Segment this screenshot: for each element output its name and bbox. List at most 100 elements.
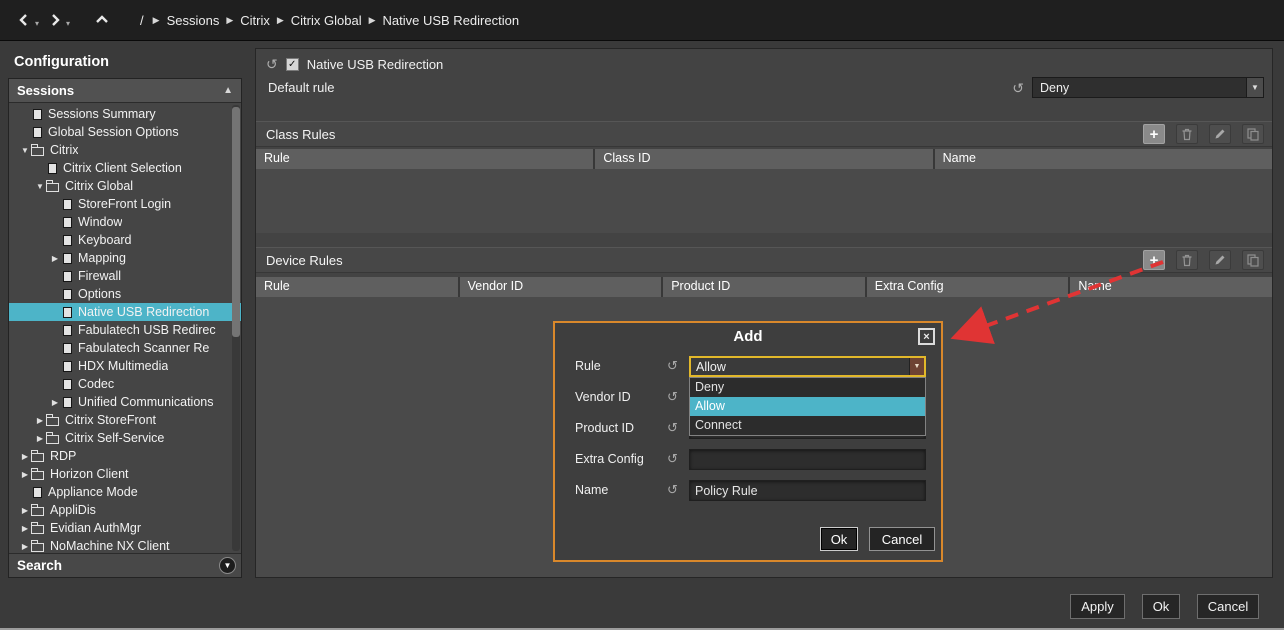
navigation-bar: ▾ ▾ / ▶ Sessions ▶ Citrix <box>0 0 1284 41</box>
expand-arrow-icon[interactable] <box>34 416 46 425</box>
chevron-down-icon[interactable]: ▼ <box>909 358 924 375</box>
device-rules-edit-button[interactable] <box>1209 250 1231 270</box>
tree-item-icon <box>33 109 42 120</box>
expand-arrow-icon[interactable] <box>19 146 31 155</box>
tree-item[interactable]: Evidian AuthMgr <box>9 519 241 537</box>
search-bar[interactable]: Search ▼ <box>9 553 241 577</box>
revert-icon[interactable]: ↺ <box>266 57 278 71</box>
extra-config-field-label: Extra Config <box>575 452 644 466</box>
expand-arrow-icon[interactable] <box>49 398 61 407</box>
tree-item-label: Citrix <box>50 143 78 157</box>
breadcrumb-item[interactable]: Native USB Redirection <box>383 13 520 28</box>
expand-arrow-icon[interactable] <box>49 254 61 263</box>
tree-item[interactable]: StoreFront Login <box>9 195 241 213</box>
tree-item[interactable]: RDP <box>9 447 241 465</box>
revert-icon[interactable]: ↺ <box>667 451 678 467</box>
tree-item[interactable]: Options <box>9 285 241 303</box>
tree-item[interactable]: Citrix Client Selection <box>9 159 241 177</box>
apply-button[interactable]: Apply <box>1070 594 1125 619</box>
device-rules-add-button[interactable]: + <box>1143 250 1165 270</box>
tree-item[interactable]: Citrix Global <box>9 177 241 195</box>
class-rules-edit-button[interactable] <box>1209 124 1231 144</box>
dropdown-option[interactable]: Allow <box>690 397 925 416</box>
breadcrumb-items: ▶ Sessions ▶ Citrix ▶ Citrix Global <box>146 13 519 28</box>
revert-icon[interactable]: ↺ <box>667 482 678 498</box>
tree-item[interactable]: Appliance Mode <box>9 483 241 501</box>
revert-icon[interactable]: ↺ <box>667 420 678 436</box>
device-rules-delete-button[interactable] <box>1176 250 1198 270</box>
ok-button[interactable]: Ok <box>1142 594 1180 619</box>
tree-item-label: Citrix Self-Service <box>65 431 164 445</box>
tree-item-icon <box>31 453 44 462</box>
tree-item[interactable]: Codec <box>9 375 241 393</box>
tree-item[interactable]: Fabulatech USB Redirec <box>9 321 241 339</box>
back-button[interactable] <box>14 10 34 30</box>
class-rules-table-body[interactable] <box>256 169 1272 233</box>
tree-item[interactable]: Native USB Redirection <box>9 303 241 321</box>
class-rules-add-button[interactable]: + <box>1143 124 1165 144</box>
tree-item[interactable]: Unified Communications <box>9 393 241 411</box>
back-history-icon[interactable]: ▾ <box>35 19 39 28</box>
cancel-button[interactable]: Cancel <box>1197 594 1259 619</box>
tree-item[interactable]: Window <box>9 213 241 231</box>
up-button[interactable] <box>92 10 112 30</box>
device-rules-copy-button[interactable] <box>1242 250 1264 270</box>
forward-button[interactable] <box>45 10 65 30</box>
config-tree-container: Sessions Summary Global Session Options <box>9 103 241 553</box>
expand-arrow-icon[interactable] <box>19 506 31 515</box>
class-rules-delete-button[interactable] <box>1176 124 1198 144</box>
rule-select[interactable]: Allow ▼ <box>689 356 926 377</box>
sessions-section-header[interactable]: Sessions ▲ <box>9 79 241 103</box>
tree-item[interactable]: Mapping <box>9 249 241 267</box>
name-input[interactable] <box>689 480 926 501</box>
extra-config-input[interactable] <box>689 449 926 470</box>
native-usb-redirection-checkbox[interactable]: ✓ <box>286 58 299 71</box>
expand-arrow-icon[interactable] <box>34 182 46 191</box>
revert-icon[interactable]: ↺ <box>667 389 678 405</box>
search-label: Search <box>17 558 62 573</box>
dropdown-option[interactable]: Deny <box>690 378 925 397</box>
tree-item[interactable]: Fabulatech Scanner Re <box>9 339 241 357</box>
expand-arrow-icon[interactable] <box>19 452 31 461</box>
name-row: Name ↺ <box>555 480 941 501</box>
breadcrumb-item[interactable]: Citrix <box>240 13 270 28</box>
breadcrumb-item[interactable]: Citrix Global <box>291 13 362 28</box>
tree-item-icon <box>31 507 44 516</box>
sidebar-scrollbar[interactable] <box>232 105 240 551</box>
dialog-cancel-button[interactable]: Cancel <box>869 527 935 551</box>
expand-arrow-icon[interactable] <box>19 470 31 479</box>
tree-item[interactable]: Global Session Options <box>9 123 241 141</box>
chevron-down-icon[interactable]: ▼ <box>1246 78 1263 97</box>
tree-item[interactable]: HDX Multimedia <box>9 357 241 375</box>
sidebar-scrollbar-thumb[interactable] <box>232 107 240 337</box>
search-expand-button[interactable]: ▼ <box>219 557 236 574</box>
expand-arrow-icon[interactable] <box>34 434 46 443</box>
dialog-ok-button[interactable]: Ok <box>820 527 858 551</box>
breadcrumb-root[interactable]: / <box>140 13 144 28</box>
close-button[interactable]: × <box>918 328 935 345</box>
tree-item[interactable]: AppliDis <box>9 501 241 519</box>
breadcrumb-separator-icon: ▶ <box>226 15 233 26</box>
breadcrumb-item[interactable]: Sessions <box>167 13 220 28</box>
collapse-up-icon[interactable]: ▲ <box>223 85 233 96</box>
revert-icon[interactable]: ↺ <box>1012 81 1024 95</box>
tree-item[interactable]: Citrix Self-Service <box>9 429 241 447</box>
tree-item[interactable]: Firewall <box>9 267 241 285</box>
tree-item-label: NoMachine NX Client <box>50 539 170 553</box>
tree-item[interactable]: NoMachine NX Client <box>9 537 241 553</box>
revert-icon[interactable]: ↺ <box>667 358 678 374</box>
dropdown-option[interactable]: Connect <box>690 416 925 435</box>
app-window: ▾ ▾ / ▶ Sessions ▶ Citrix <box>0 0 1284 630</box>
tree-item-icon <box>31 471 44 480</box>
tree-item[interactable]: Citrix <box>9 141 241 159</box>
rule-row: Rule ↺ Allow ▼ <box>555 356 941 377</box>
tree-item[interactable]: Keyboard <box>9 231 241 249</box>
forward-history-icon[interactable]: ▾ <box>66 19 70 28</box>
tree-item[interactable]: Citrix StoreFront <box>9 411 241 429</box>
default-rule-select[interactable]: Deny ▼ <box>1032 77 1264 98</box>
tree-item[interactable]: Sessions Summary <box>9 105 241 123</box>
tree-item[interactable]: Horizon Client <box>9 465 241 483</box>
expand-arrow-icon[interactable] <box>19 524 31 533</box>
class-rules-copy-button[interactable] <box>1242 124 1264 144</box>
expand-arrow-icon[interactable] <box>19 542 31 551</box>
